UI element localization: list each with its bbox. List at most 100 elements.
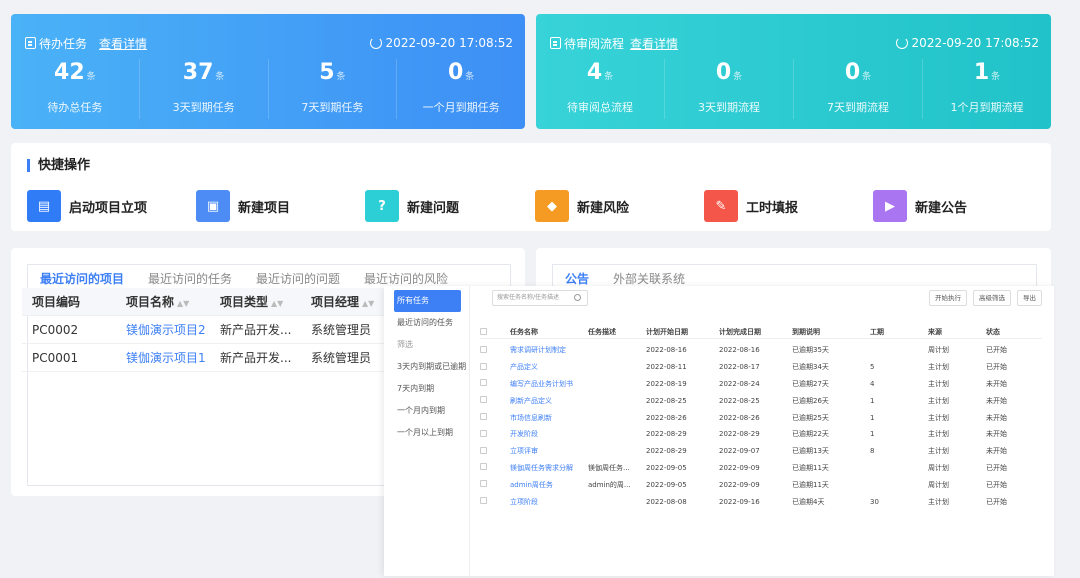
- table-row[interactable]: 市场信息刷新 2022-08-26 2022-08-26 已逾期25天 1 主计划 未开始: [480, 409, 1042, 426]
- sort-icon[interactable]: ▲▼: [177, 299, 189, 308]
- task-table: 任务名称 任务描述 计划开始日期 计划完成日期 到期说明 工期 来源 状态 需求…: [480, 326, 1042, 510]
- column-header[interactable]: 到期说明: [792, 327, 870, 337]
- project-name-link[interactable]: 镁伽演示项目2: [116, 321, 210, 338]
- row-checkbox[interactable]: [480, 345, 510, 355]
- refresh-icon[interactable]: [895, 37, 908, 49]
- task-name-link[interactable]: 立项评审: [510, 446, 588, 456]
- quick-new-project-button[interactable]: ▣ 新建项目: [196, 190, 290, 222]
- table-row[interactable]: 产品定义 2022-08-11 2022-08-17 已逾期34天 5 主计划 已开始: [480, 359, 1042, 376]
- sidebar-item-filter[interactable]: 3天内到期或已逾期: [384, 356, 469, 378]
- stat-value: 1: [973, 60, 990, 85]
- document-icon: ▤: [27, 190, 61, 222]
- row-checkbox[interactable]: [480, 429, 510, 439]
- todo-stat-columns: 42 条 待办总任务 37 条 3天到期任务 5条 7天到期任务 0条 一个月到期任…: [11, 59, 525, 119]
- sort-icon[interactable]: ▲▼: [271, 299, 283, 308]
- row-checkbox[interactable]: [480, 413, 510, 422]
- row-checkbox[interactable]: [480, 463, 510, 472]
- row-checkbox[interactable]: [480, 497, 510, 506]
- quick-new-notice-button[interactable]: ▶ 新建公告: [873, 190, 967, 222]
- plan-end-date: 2022-08-16: [719, 346, 760, 355]
- project-name-link[interactable]: 镁伽演示项目1: [116, 349, 210, 366]
- table-row[interactable]: 刷新产品定义 2022-08-25 2022-08-25 已逾期26天 1 主计划 未开始: [480, 392, 1042, 409]
- todo-detail-link[interactable]: 查看详情: [99, 35, 147, 52]
- task-name-link[interactable]: 需求调研计划制定: [510, 345, 588, 355]
- duration: 4: [870, 379, 875, 388]
- sidebar-item-filter[interactable]: 7天内到期: [384, 378, 469, 400]
- column-header[interactable]: 计划完成日期: [719, 327, 792, 337]
- stat-label: 7天到期流程: [827, 101, 889, 114]
- task-name-link[interactable]: 开发阶段: [510, 429, 588, 439]
- row-checkbox[interactable]: [480, 362, 510, 372]
- task-name-link[interactable]: admin周任务: [510, 480, 588, 490]
- column-header[interactable]: 来源: [928, 327, 986, 337]
- task-name-link[interactable]: 编写产品业务计划书: [510, 379, 588, 389]
- review-refresh[interactable]: 2022-09-20 17:08:52: [895, 36, 1039, 50]
- stat-label: 待办总任务: [47, 101, 103, 114]
- row-checkbox[interactable]: [480, 379, 510, 388]
- file-icon: ▣: [196, 190, 230, 222]
- table-row[interactable]: 编写产品业务计划书 2022-08-19 2022-08-24 已逾期27天 4 主计划 未…: [480, 376, 1042, 393]
- quick-start-project-button[interactable]: ▤ 启动项目立项: [27, 190, 147, 222]
- task-search-input[interactable]: 搜索任务名称/任务描述: [492, 290, 588, 306]
- stat-month-tasks[interactable]: 0条 一个月到期任务: [397, 59, 525, 119]
- column-header-sortable[interactable]: 项目经理 ▲▼: [301, 293, 381, 310]
- stat-total-tasks[interactable]: 42 条 待办总任务: [11, 59, 140, 119]
- task-name-link[interactable]: 产品定义: [510, 362, 588, 372]
- sidebar-item-all-tasks[interactable]: 所有任务: [394, 290, 461, 312]
- stat-3day-tasks[interactable]: 37 条 3天到期任务: [140, 59, 269, 119]
- due-note: 已逾期26天: [792, 396, 829, 405]
- advanced-filter-button[interactable]: 高级筛选: [973, 290, 1011, 306]
- stat-total-flows[interactable]: 4条 待审阅总流程: [536, 59, 665, 119]
- column-header[interactable]: 任务描述: [588, 327, 646, 337]
- duration: 8: [870, 447, 875, 456]
- sidebar-item-filter[interactable]: 一个月以上到期: [384, 422, 469, 444]
- table-row[interactable]: admin周任务 admin的周... 2022-09-05 2022-09-09 已逾…: [480, 476, 1042, 493]
- column-header[interactable]: 工期: [870, 327, 928, 337]
- task-name-link[interactable]: 市场信息刷新: [510, 413, 588, 423]
- source: 主计划: [928, 396, 949, 405]
- table-row[interactable]: 镁伽周任务需求分解 镁伽周任务... 2022-09-05 2022-09-09 已逾期…: [480, 460, 1042, 477]
- stat-7day-tasks[interactable]: 5条 7天到期任务: [269, 59, 398, 119]
- table-row[interactable]: 立项阶段 2022-08-08 2022-09-16 已逾期4天 30 主计划 已开始: [480, 493, 1042, 510]
- due-note: 已逾期11天: [792, 463, 829, 472]
- table-row[interactable]: 需求调研计划制定 2022-08-16 2022-08-16 已逾期35天 周计划 已开始: [480, 342, 1042, 359]
- review-detail-link[interactable]: 查看详情: [630, 35, 678, 52]
- task-name-link[interactable]: 立项阶段: [510, 497, 588, 507]
- duration: 1: [870, 430, 875, 439]
- stat-3day-flows[interactable]: 0条 3天到期流程: [665, 59, 794, 119]
- quick-new-issue-button[interactable]: ? 新建问题: [365, 190, 459, 222]
- plan-end-date: 2022-08-29: [719, 430, 760, 439]
- column-header-sortable[interactable]: 项目类型 ▲▼: [210, 293, 301, 310]
- refresh-icon[interactable]: [369, 37, 382, 49]
- column-header[interactable]: 状态: [986, 327, 1036, 337]
- shield-icon: ◆: [535, 190, 569, 222]
- start-execute-button[interactable]: 开始执行: [929, 290, 967, 306]
- search-icon[interactable]: [574, 294, 581, 301]
- sidebar-item-recent-tasks[interactable]: 最近访问的任务: [384, 312, 469, 334]
- stat-value: 42: [54, 60, 85, 85]
- table-row[interactable]: 立项评审 2022-08-29 2022-09-07 已逾期13天 8 主计划 未开始: [480, 443, 1042, 460]
- quick-actions-panel: 快捷操作 ▤ 启动项目立项 ▣ 新建项目 ? 新建问题 ◆ 新建风险 ✎ 工时填…: [11, 143, 1051, 231]
- column-header-sortable[interactable]: 项目名称 ▲▼: [116, 293, 210, 310]
- quick-timesheet-button[interactable]: ✎ 工时填报: [704, 190, 798, 222]
- sidebar-item-filter[interactable]: 一个月内到期: [384, 400, 469, 422]
- row-checkbox[interactable]: [480, 480, 510, 489]
- row-checkbox[interactable]: [480, 396, 510, 405]
- column-header[interactable]: 计划开始日期: [646, 327, 719, 337]
- stat-month-flows[interactable]: 1条 1个月到期流程: [923, 59, 1051, 119]
- table-row[interactable]: 开发阶段 2022-08-29 2022-08-29 已逾期22天 1 主计划 未开始: [480, 426, 1042, 443]
- column-header[interactable]: 任务名称: [510, 327, 588, 337]
- quick-new-risk-button[interactable]: ◆ 新建风险: [535, 190, 629, 222]
- edit-icon: ✎: [704, 190, 738, 222]
- stat-label: 一个月到期任务: [422, 101, 500, 114]
- due-note: 已逾期13天: [792, 447, 829, 456]
- stat-7day-flows[interactable]: 0条 7天到期流程: [794, 59, 923, 119]
- todo-refresh[interactable]: 2022-09-20 17:08:52: [369, 36, 513, 50]
- task-name-link[interactable]: 镁伽周任务需求分解: [510, 463, 588, 473]
- stat-unit: 条: [733, 72, 743, 82]
- sort-icon[interactable]: ▲▼: [362, 299, 374, 308]
- row-checkbox[interactable]: [480, 446, 510, 456]
- task-name-link[interactable]: 刷新产品定义: [510, 396, 588, 406]
- export-button[interactable]: 导出: [1017, 290, 1042, 306]
- select-all-checkbox[interactable]: [480, 327, 510, 337]
